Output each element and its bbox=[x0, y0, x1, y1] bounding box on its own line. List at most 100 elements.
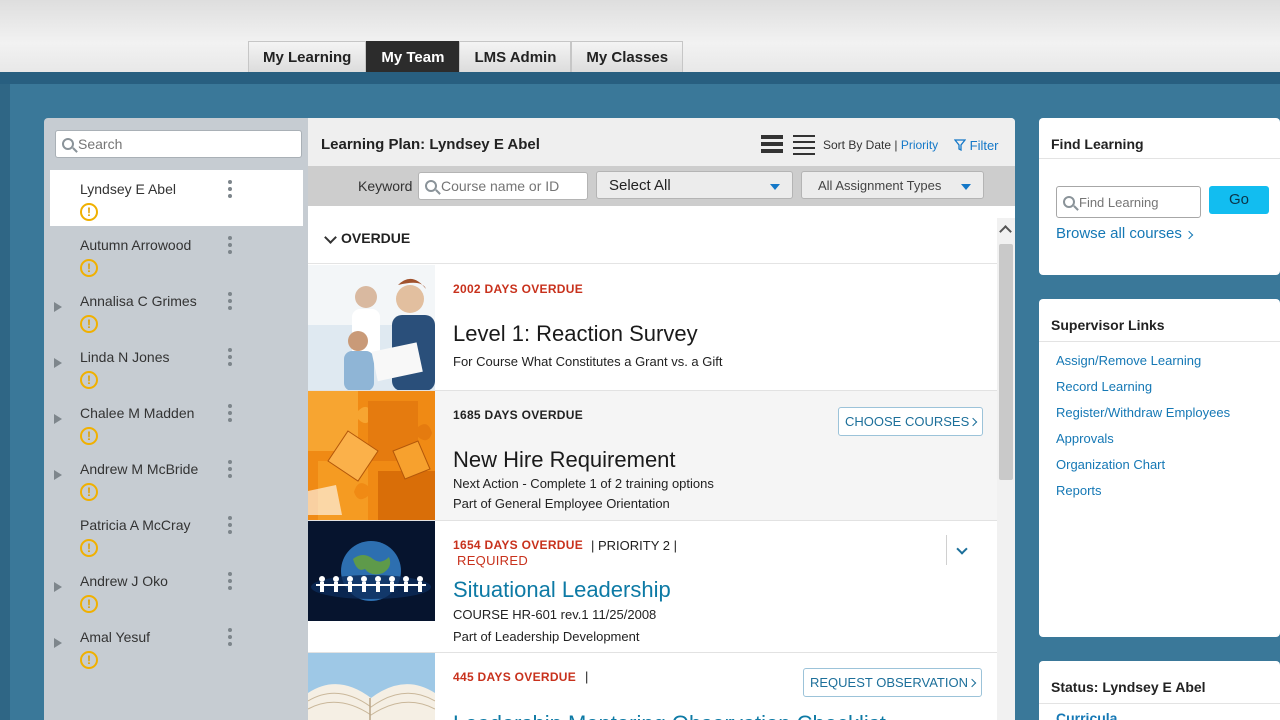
sort-controls: Sort By Date | Priority bbox=[823, 138, 938, 152]
find-learning-input[interactable] bbox=[1079, 194, 1197, 210]
tab-lms-admin[interactable]: LMS Admin bbox=[459, 41, 572, 72]
roster-item-andrew-oko[interactable]: Andrew J Oko ! bbox=[50, 562, 303, 618]
more-options-icon[interactable] bbox=[228, 180, 232, 201]
overdue-label: 1685 DAYS OVERDUE bbox=[453, 408, 584, 422]
tab-my-learning[interactable]: My Learning bbox=[248, 41, 367, 72]
chevron-up-icon[interactable] bbox=[999, 225, 1012, 238]
overdue-label: 445 DAYS OVERDUE bbox=[453, 670, 577, 684]
roster-item-linda-jones[interactable]: Linda N Jones ! bbox=[50, 338, 303, 394]
item-title-link[interactable]: Situational Leadership bbox=[453, 577, 671, 603]
warning-icon: ! bbox=[80, 315, 98, 333]
roster-search-input[interactable] bbox=[78, 136, 293, 152]
more-options-icon[interactable] bbox=[228, 460, 232, 481]
learning-plan-panel: Learning Plan: Lyndsey E Abel Sort By Da… bbox=[308, 118, 1015, 720]
warning-icon: ! bbox=[80, 539, 98, 557]
item-title[interactable]: New Hire Requirement bbox=[453, 447, 676, 473]
keyword-search[interactable] bbox=[418, 172, 588, 200]
assign-remove-learning-link[interactable]: Assign/Remove Learning bbox=[1056, 353, 1201, 368]
sort-by-date[interactable]: Sort By Date | bbox=[823, 138, 897, 152]
roster-item-patricia-mccray[interactable]: Patricia A McCray ! bbox=[50, 506, 303, 562]
roster-item-andrew-mcbride[interactable]: Andrew M McBride ! bbox=[50, 450, 303, 506]
status-select[interactable]: Select All bbox=[596, 171, 793, 199]
person-name: Linda N Jones bbox=[80, 349, 170, 365]
keyword-input[interactable] bbox=[441, 178, 581, 194]
more-options-icon[interactable] bbox=[228, 572, 232, 593]
divider bbox=[1039, 703, 1280, 704]
expand-arrow-icon[interactable] bbox=[54, 470, 62, 480]
expand-arrow-icon[interactable] bbox=[54, 638, 62, 648]
roster-list: Lyndsey E Abel ! Autumn Arrowood ! Annal… bbox=[50, 170, 303, 674]
more-options-icon[interactable] bbox=[228, 292, 232, 313]
warning-icon: ! bbox=[80, 595, 98, 613]
filter-button[interactable]: Filter bbox=[953, 138, 999, 153]
learning-item[interactable]: 445 DAYS OVERDUE | Leadership Mentoring … bbox=[308, 653, 997, 720]
more-options-icon[interactable] bbox=[228, 516, 232, 537]
assignment-type-select[interactable]: All Assignment Types bbox=[801, 171, 984, 199]
find-learning-search[interactable] bbox=[1056, 186, 1201, 218]
compact-list-view-icon[interactable] bbox=[793, 135, 815, 155]
learning-item[interactable]: 2002 DAYS OVERDUE Level 1: Reaction Surv… bbox=[308, 265, 997, 391]
roster-item-autumn-arrowood[interactable]: Autumn Arrowood ! bbox=[50, 226, 303, 282]
roster-item-amal-yesuf[interactable]: Amal Yesuf ! bbox=[50, 618, 303, 674]
roster-search[interactable] bbox=[55, 130, 302, 158]
roster-item-annalisa-grimes[interactable]: Annalisa C Grimes ! bbox=[50, 282, 303, 338]
reports-link[interactable]: Reports bbox=[1056, 483, 1102, 498]
choose-courses-button[interactable]: CHOOSE COURSES bbox=[838, 407, 984, 436]
more-options-icon[interactable] bbox=[228, 348, 232, 369]
go-button[interactable]: Go bbox=[1209, 186, 1269, 214]
search-icon bbox=[62, 138, 74, 150]
chevron-right-icon bbox=[1184, 230, 1194, 240]
team-roster-panel: Lyndsey E Abel ! Autumn Arrowood ! Annal… bbox=[44, 118, 308, 720]
chevron-down-icon[interactable] bbox=[956, 543, 968, 555]
course-thumbnail bbox=[308, 265, 435, 390]
find-learning-card: Find Learning Go Browse all courses bbox=[1039, 118, 1280, 275]
divider bbox=[946, 535, 947, 565]
item-next-action: Next Action - Complete 1 of 2 training o… bbox=[453, 476, 714, 491]
supervisor-links-card: Supervisor Links Assign/Remove Learning … bbox=[1039, 299, 1280, 637]
warning-icon: ! bbox=[80, 259, 98, 277]
approvals-link[interactable]: Approvals bbox=[1056, 431, 1114, 446]
record-learning-link[interactable]: Record Learning bbox=[1056, 379, 1152, 394]
overdue-section-header[interactable]: OVERDUE bbox=[308, 206, 998, 264]
tab-my-classes[interactable]: My Classes bbox=[571, 41, 684, 72]
choose-courses-label: CHOOSE COURSES bbox=[845, 414, 970, 429]
top-header: My Learning My Team LMS Admin My Classes bbox=[0, 0, 1280, 72]
learning-item[interactable]: 1685 DAYS OVERDUE New Hire Requirement N… bbox=[308, 391, 997, 521]
scrollbar[interactable] bbox=[997, 218, 1015, 720]
roster-item-lyndsey-abel[interactable]: Lyndsey E Abel ! bbox=[50, 170, 303, 226]
warning-icon: ! bbox=[80, 483, 98, 501]
expand-arrow-icon[interactable] bbox=[54, 302, 62, 312]
learning-plan-header: Learning Plan: Lyndsey E Abel Sort By Da… bbox=[308, 118, 1015, 166]
roster-item-chalee-madden[interactable]: Chalee M Madden ! bbox=[50, 394, 303, 450]
divider bbox=[1039, 341, 1280, 342]
more-options-icon[interactable] bbox=[228, 404, 232, 425]
chevron-right-icon bbox=[969, 417, 978, 427]
warning-icon: ! bbox=[80, 203, 98, 221]
register-withdraw-employees-link[interactable]: Register/Withdraw Employees bbox=[1056, 405, 1230, 420]
expand-arrow-icon[interactable] bbox=[54, 414, 62, 424]
expand-arrow-icon[interactable] bbox=[54, 358, 62, 368]
overdue-label: 2002 DAYS OVERDUE bbox=[453, 282, 584, 296]
priority-separator: | bbox=[585, 669, 589, 684]
browse-all-courses-link[interactable]: Browse all courses bbox=[1056, 225, 1194, 242]
item-title[interactable]: Level 1: Reaction Survey bbox=[453, 321, 698, 347]
tab-my-team[interactable]: My Team bbox=[366, 41, 460, 72]
item-title-link[interactable]: Leadership Mentoring Observation Checkli… bbox=[453, 711, 886, 720]
filter-bar: Keyword Select All All Assignment Types bbox=[308, 166, 1015, 206]
curricula-link[interactable]: Curricula bbox=[1056, 710, 1117, 720]
expand-arrow-icon[interactable] bbox=[54, 582, 62, 592]
item-subtitle: For Course What Constitutes a Grant vs. … bbox=[453, 354, 723, 369]
search-icon bbox=[425, 180, 437, 192]
organization-chart-link[interactable]: Organization Chart bbox=[1056, 457, 1165, 472]
request-observation-button[interactable]: REQUEST OBSERVATION bbox=[803, 668, 982, 697]
course-thumbnail bbox=[308, 521, 435, 621]
list-view-icon[interactable] bbox=[761, 135, 783, 153]
sort-by-priority-link[interactable]: Priority bbox=[901, 138, 938, 152]
more-options-icon[interactable] bbox=[228, 628, 232, 649]
more-options-icon[interactable] bbox=[228, 236, 232, 257]
warning-icon: ! bbox=[80, 651, 98, 669]
scrollbar-thumb[interactable] bbox=[999, 244, 1013, 480]
chevron-right-icon bbox=[967, 678, 977, 688]
supervisor-links-title: Supervisor Links bbox=[1051, 317, 1165, 333]
learning-item[interactable]: 1654 DAYS OVERDUE | PRIORITY 2 | REQUIRE… bbox=[308, 521, 997, 653]
